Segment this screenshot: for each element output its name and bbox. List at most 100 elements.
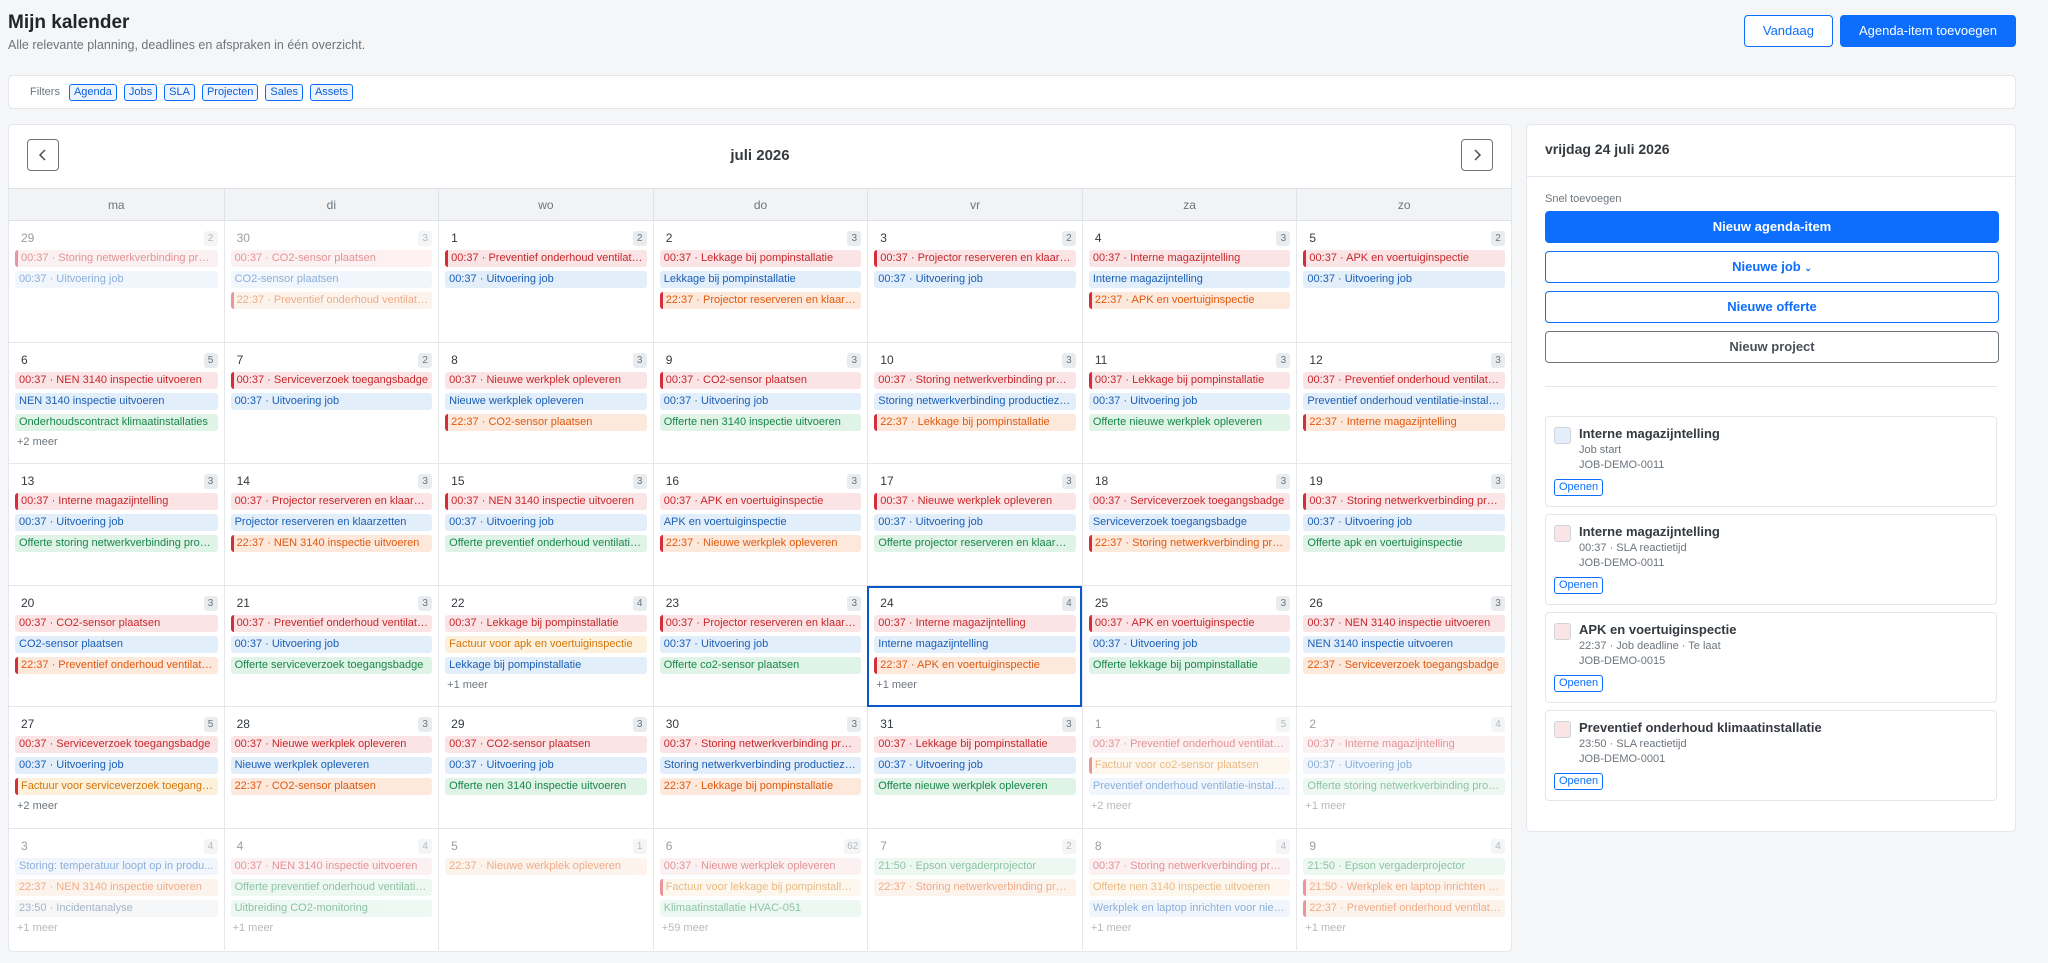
filter-chip-sales[interactable]: Sales bbox=[265, 83, 303, 101]
calendar-event[interactable]: NEN 3140 inspectie uitvoeren bbox=[1303, 635, 1505, 653]
calendar-event[interactable]: 00:37 · Uitvoering job bbox=[1303, 757, 1505, 774]
calendar-event[interactable]: Offerte lekkage bij pompinstallatie bbox=[1088, 656, 1291, 674]
calendar-day[interactable]: 18 3 00:37 · Serviceverzoek toegangsbadge S… bbox=[1081, 464, 1297, 586]
calendar-day[interactable]: 1 2 00:37 · Preventief onderhoud ventilati… bbox=[438, 221, 653, 343]
calendar-day[interactable]: 4 3 00:37 · Interne magazijntelling Interne… bbox=[1081, 221, 1297, 343]
calendar-event[interactable]: CO2-sensor plaatsen bbox=[230, 271, 433, 288]
calendar-event[interactable]: 22:37 · Preventief onderhoud ventilatie-… bbox=[230, 292, 433, 309]
calendar-event[interactable]: Offerte storing netwerkverbinding prod..… bbox=[15, 535, 218, 552]
calendar-event[interactable]: Lekkage bij pompinstallatie bbox=[445, 656, 647, 674]
calendar-event[interactable]: Offerte preventief onderhoud ventilatie.… bbox=[230, 878, 433, 896]
calendar-event[interactable]: Werkplek en laptop inrichten voor nieu..… bbox=[1088, 899, 1291, 917]
calendar-day[interactable]: 22 4 00:37 · Lekkage bij pompinstallatie Fa… bbox=[438, 585, 653, 707]
calendar-event[interactable]: 22:37 · Interne magazijntelling bbox=[1303, 413, 1505, 431]
more-events-link[interactable]: +1 meer bbox=[1303, 922, 1505, 934]
calendar-day[interactable]: 2 4 00:37 · Interne magazijntelling 00:37 ·… bbox=[1296, 707, 1511, 829]
calendar-event[interactable]: 00:37 · APK en voertuiginspectie bbox=[1303, 250, 1505, 267]
calendar-day[interactable]: 28 3 00:37 · Nieuwe werkplek opleveren Nieu… bbox=[223, 707, 439, 829]
calendar-day[interactable]: 30 3 00:37 · Storing netwerkverbinding pro… bbox=[652, 707, 868, 829]
calendar-event[interactable]: 00:37 · Interne magazijntelling bbox=[1088, 250, 1291, 267]
calendar-event[interactable]: 00:37 · CO2-sensor plaatsen bbox=[230, 250, 433, 267]
new-offer-button[interactable]: Nieuwe offerte bbox=[1545, 291, 1999, 323]
calendar-event[interactable]: Offerte co2-sensor plaatsen bbox=[659, 656, 862, 674]
calendar-event[interactable]: 00:37 · Storing netwerkverbinding prod..… bbox=[874, 371, 1076, 389]
calendar-event[interactable]: 23:50 · Incidentanalyse bbox=[15, 899, 218, 917]
open-item-button[interactable]: Openen bbox=[1554, 675, 1604, 692]
calendar-event[interactable]: 00:37 · Uitvoering job bbox=[659, 392, 862, 410]
calendar-event[interactable]: 00:37 · Uitvoering job bbox=[230, 392, 433, 410]
calendar-event[interactable]: Offerte nieuwe werkplek opleveren bbox=[1088, 413, 1291, 431]
calendar-event[interactable]: Factuur voor apk en voertuiginspectie bbox=[445, 635, 647, 653]
calendar-day[interactable]: 19 3 00:37 · Storing netwerkverbinding pro… bbox=[1296, 464, 1511, 586]
calendar-day[interactable]: 5 2 00:37 · APK en voertuiginspectie 00:37 … bbox=[1296, 221, 1511, 343]
calendar-event[interactable]: Offerte projector reserveren en klaarzet… bbox=[874, 535, 1076, 552]
calendar-day[interactable]: 4 4 00:37 · NEN 3140 inspectie uitvoeren Of… bbox=[223, 828, 439, 950]
calendar-event[interactable]: 00:37 · APK en voertuiginspectie bbox=[659, 493, 862, 510]
calendar-event[interactable]: 00:37 · Lekkage bij pompinstallatie bbox=[659, 250, 862, 267]
calendar-day[interactable]: 16 3 00:37 · APK en voertuiginspectie APK e… bbox=[652, 464, 868, 586]
calendar-day[interactable]: 10 3 00:37 · Storing netwerkverbinding pro… bbox=[867, 342, 1082, 464]
calendar-day[interactable]: 3 2 00:37 · Projector reserveren en klaarz… bbox=[867, 221, 1082, 343]
calendar-day[interactable]: 14 3 00:37 · Projector reserveren en klaar… bbox=[223, 464, 439, 586]
filter-chip-projecten[interactable]: Projecten bbox=[201, 83, 259, 101]
calendar-event[interactable]: 00:37 · Lekkage bij pompinstallatie bbox=[1088, 371, 1291, 389]
filter-chip-assets[interactable]: Assets bbox=[309, 83, 353, 101]
calendar-event[interactable]: Klimaatinstallatie HVAC-051 bbox=[659, 899, 862, 917]
calendar-day[interactable]: 21 3 00:37 · Preventief onderhoud ventilat… bbox=[223, 585, 439, 707]
calendar-event[interactable]: 00:37 · Uitvoering job bbox=[445, 514, 647, 531]
calendar-day[interactable]: 2 3 00:37 · Lekkage bij pompinstallatie Lek… bbox=[652, 221, 868, 343]
calendar-event[interactable]: 00:37 · Serviceverzoek toegangsbadge bbox=[1088, 493, 1291, 510]
calendar-event[interactable]: 22:37 · Nieuwe werkplek opleveren bbox=[445, 857, 647, 875]
calendar-day[interactable]: 13 3 00:37 · Interne magazijntelling 00:37 … bbox=[9, 464, 224, 586]
calendar-event[interactable]: 00:37 · Nieuwe werkplek opleveren bbox=[874, 493, 1076, 510]
more-events-link[interactable]: +1 meer bbox=[1303, 800, 1505, 812]
calendar-day[interactable]: 3 4 Storing: temperatuur loopt op in produ… bbox=[9, 829, 224, 951]
calendar-event[interactable]: 00:37 · Interne magazijntelling bbox=[1303, 736, 1505, 753]
calendar-event[interactable]: Onderhoudscontract klimaatinstallaties bbox=[15, 413, 218, 431]
new-agenda-item-button[interactable]: Nieuw agenda-item bbox=[1545, 211, 1999, 243]
calendar-event[interactable]: Storing netwerkverbinding productiezo... bbox=[659, 757, 862, 774]
calendar-event[interactable]: CO2-sensor plaatsen bbox=[15, 635, 218, 653]
calendar-event[interactable]: 00:37 · Interne magazijntelling bbox=[15, 493, 218, 510]
calendar-event[interactable]: 00:37 · Storing netwerkverbinding prod..… bbox=[1088, 857, 1291, 875]
calendar-event[interactable]: 22:37 · Preventief onderhoud ventilatie-… bbox=[15, 656, 218, 674]
calendar-event[interactable]: 00:37 · Uitvoering job bbox=[874, 514, 1076, 531]
calendar-event[interactable]: Offerte nen 3140 inspectie uitvoeren bbox=[445, 778, 647, 795]
calendar-event[interactable]: 00:37 · Storing netwerkverbinding prod..… bbox=[1303, 493, 1505, 510]
calendar-event[interactable]: 00:37 · Uitvoering job bbox=[1088, 635, 1291, 653]
calendar-event[interactable]: 22:37 · Projector reserveren en klaarzet… bbox=[659, 292, 862, 309]
calendar-day[interactable]: 8 4 00:37 · Storing netwerkverbinding prod… bbox=[1081, 828, 1297, 950]
more-events-link[interactable]: +1 meer bbox=[231, 922, 433, 934]
calendar-event[interactable]: 00:37 · Uitvoering job bbox=[874, 271, 1076, 288]
calendar-event[interactable]: 00:37 · Preventief onderhoud ventilatie-… bbox=[1088, 736, 1291, 753]
calendar-day[interactable]: 17 3 00:37 · Nieuwe werkplek opleveren 00:3… bbox=[867, 464, 1082, 586]
calendar-event[interactable]: 00:37 · Storing netwerkverbinding prod..… bbox=[15, 250, 218, 267]
filter-chip-jobs[interactable]: Jobs bbox=[123, 83, 158, 101]
calendar-event[interactable]: 00:37 · Uitvoering job bbox=[15, 757, 218, 774]
calendar-event[interactable]: 00:37 · NEN 3140 inspectie uitvoeren bbox=[1303, 614, 1505, 632]
calendar-event[interactable]: Factuur voor co2-sensor plaatsen bbox=[1088, 757, 1291, 774]
calendar-event[interactable]: Serviceverzoek toegangsbadge bbox=[1088, 514, 1291, 531]
calendar-day[interactable]: 31 3 00:37 · Lekkage bij pompinstallatie 00… bbox=[867, 707, 1082, 829]
open-item-button[interactable]: Openen bbox=[1554, 479, 1604, 496]
calendar-event[interactable]: Interne magazijntelling bbox=[874, 635, 1076, 653]
calendar-event[interactable]: 22:37 · APK en voertuiginspectie bbox=[1088, 292, 1291, 309]
calendar-event[interactable]: Offerte preventief onderhoud ventilatie.… bbox=[445, 535, 647, 552]
calendar-day[interactable]: 6 62 00:37 · Nieuwe werkplek opleveren Fact… bbox=[652, 828, 868, 950]
calendar-day[interactable]: 27 5 00:37 · Serviceverzoek toegangsbadge 0… bbox=[9, 707, 224, 829]
calendar-event[interactable]: 00:37 · Uitvoering job bbox=[1088, 392, 1291, 410]
new-project-button[interactable]: Nieuw project bbox=[1545, 331, 1999, 363]
next-month-button[interactable] bbox=[1461, 139, 1493, 171]
calendar-event[interactable]: 00:37 · Uitvoering job bbox=[230, 635, 433, 653]
calendar-event[interactable]: 00:37 · APK en voertuiginspectie bbox=[1088, 614, 1291, 632]
calendar-day[interactable]: 23 3 00:37 · Projector reserveren en klaar… bbox=[652, 585, 868, 707]
calendar-day[interactable]: 11 3 00:37 · Lekkage bij pompinstallatie 00… bbox=[1081, 342, 1297, 464]
calendar-day[interactable]: 7 2 21:50 · Epson vergaderprojector 22:37 ·… bbox=[867, 828, 1082, 950]
calendar-event[interactable]: NEN 3140 inspectie uitvoeren bbox=[15, 392, 218, 410]
calendar-event[interactable]: 00:37 · Uitvoering job bbox=[15, 514, 218, 531]
calendar-event[interactable]: Preventief onderhoud ventilatie-installa… bbox=[1088, 778, 1291, 795]
calendar-event[interactable]: APK en voertuiginspectie bbox=[659, 514, 862, 531]
calendar-day[interactable]: 7 2 00:37 · Serviceverzoek toegangsbadge 00… bbox=[223, 342, 439, 464]
calendar-event[interactable]: 00:37 · Uitvoering job bbox=[1303, 514, 1505, 531]
calendar-event[interactable]: 22:37 · Nieuwe werkplek opleveren bbox=[659, 535, 862, 552]
